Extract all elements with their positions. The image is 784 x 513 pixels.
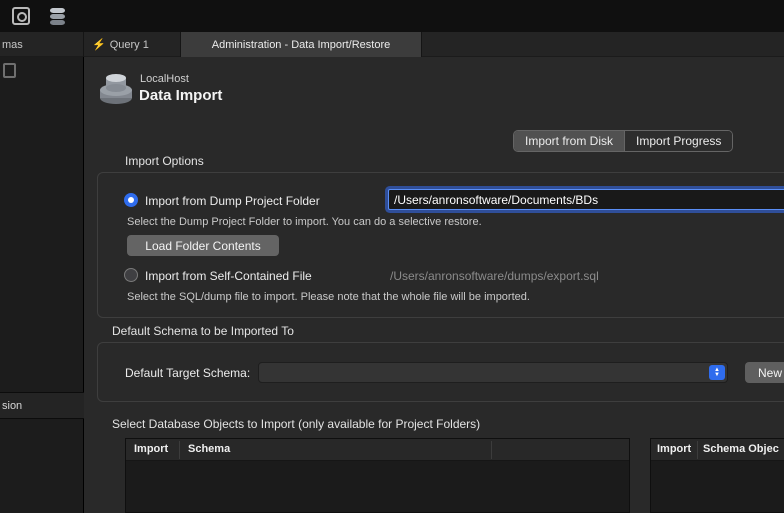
schemas-table-header: Import Schema: [126, 439, 629, 461]
schemas-table[interactable]: Import Schema: [125, 438, 630, 513]
lightning-icon: ⚡: [92, 38, 106, 51]
load-folder-contents-button[interactable]: Load Folder Contents: [127, 235, 279, 256]
import-options-title: Import Options: [121, 154, 208, 168]
search-window-icon[interactable]: [12, 7, 30, 25]
objects-col-import: Import: [657, 443, 691, 455]
default-schema-title: Default Schema to be Imported To: [108, 324, 298, 338]
self-contained-help-text: Select the SQL/dump file to import. Plea…: [127, 291, 530, 303]
tab-query-1[interactable]: ⚡ Query 1: [84, 32, 181, 57]
column-divider: [179, 441, 180, 459]
default-target-schema-dropdown[interactable]: ▲▼: [258, 362, 728, 383]
column-divider: [491, 441, 492, 459]
default-target-schema-label: Default Target Schema:: [125, 366, 250, 380]
sidebar-session-label: sion: [2, 400, 22, 412]
view-segmented-control: Import from Disk Import Progress: [513, 130, 733, 152]
tab-schemas-label: mas: [2, 39, 23, 51]
tab-admin-label: Administration - Data Import/Restore: [212, 39, 391, 51]
schemas-col-import: Import: [134, 443, 168, 455]
tab-administration-data-import[interactable]: Administration - Data Import/Restore: [181, 32, 422, 57]
host-label: LocalHost: [140, 73, 189, 85]
tab-schemas-partial[interactable]: mas: [0, 32, 84, 57]
objects-section-title: Select Database Objects to Import (only …: [108, 417, 484, 431]
radio-self-contained-label: Import from Self-Contained File: [145, 269, 312, 283]
sidebar-panel-icon: [3, 63, 16, 78]
tab-query-label: Query 1: [110, 39, 149, 51]
radio-self-contained-file[interactable]: [124, 268, 138, 282]
objects-col-schema-object: Schema Objec: [703, 443, 779, 455]
segment-import-from-disk[interactable]: Import from Disk: [514, 131, 624, 151]
database-stack-glyph: [49, 7, 67, 25]
data-import-icon: [98, 68, 134, 108]
radio-dump-project-folder[interactable]: [124, 193, 138, 207]
database-tools-icon[interactable]: [49, 7, 67, 25]
dump-folder-help-text: Select the Dump Project Folder to import…: [127, 216, 482, 228]
schema-objects-table[interactable]: Import Schema Objec: [650, 438, 784, 513]
sidebar-item-session[interactable]: sion: [0, 392, 84, 419]
column-divider: [697, 441, 698, 459]
titlebar: [0, 0, 784, 32]
left-sidebar: sion: [0, 57, 84, 513]
workbench-window: mas ⚡ Query 1 Administration - Data Impo…: [0, 0, 784, 513]
schema-objects-table-header: Import Schema Objec: [651, 439, 784, 461]
radio-dump-folder-label: Import from Dump Project Folder: [145, 194, 320, 208]
chevron-up-down-icon: ▲▼: [709, 365, 725, 380]
tab-bar: mas ⚡ Query 1 Administration - Data Impo…: [0, 32, 784, 57]
self-contained-path-value[interactable]: /Users/anronsoftware/dumps/export.sql: [390, 269, 599, 283]
dump-folder-path-input[interactable]: [388, 189, 784, 210]
new-schema-button[interactable]: New: [745, 362, 784, 383]
page-title: Data Import: [139, 87, 222, 104]
search-window-icon-glyph: [12, 7, 30, 25]
segment-import-progress[interactable]: Import Progress: [624, 131, 732, 151]
schemas-col-schema: Schema: [188, 443, 230, 455]
